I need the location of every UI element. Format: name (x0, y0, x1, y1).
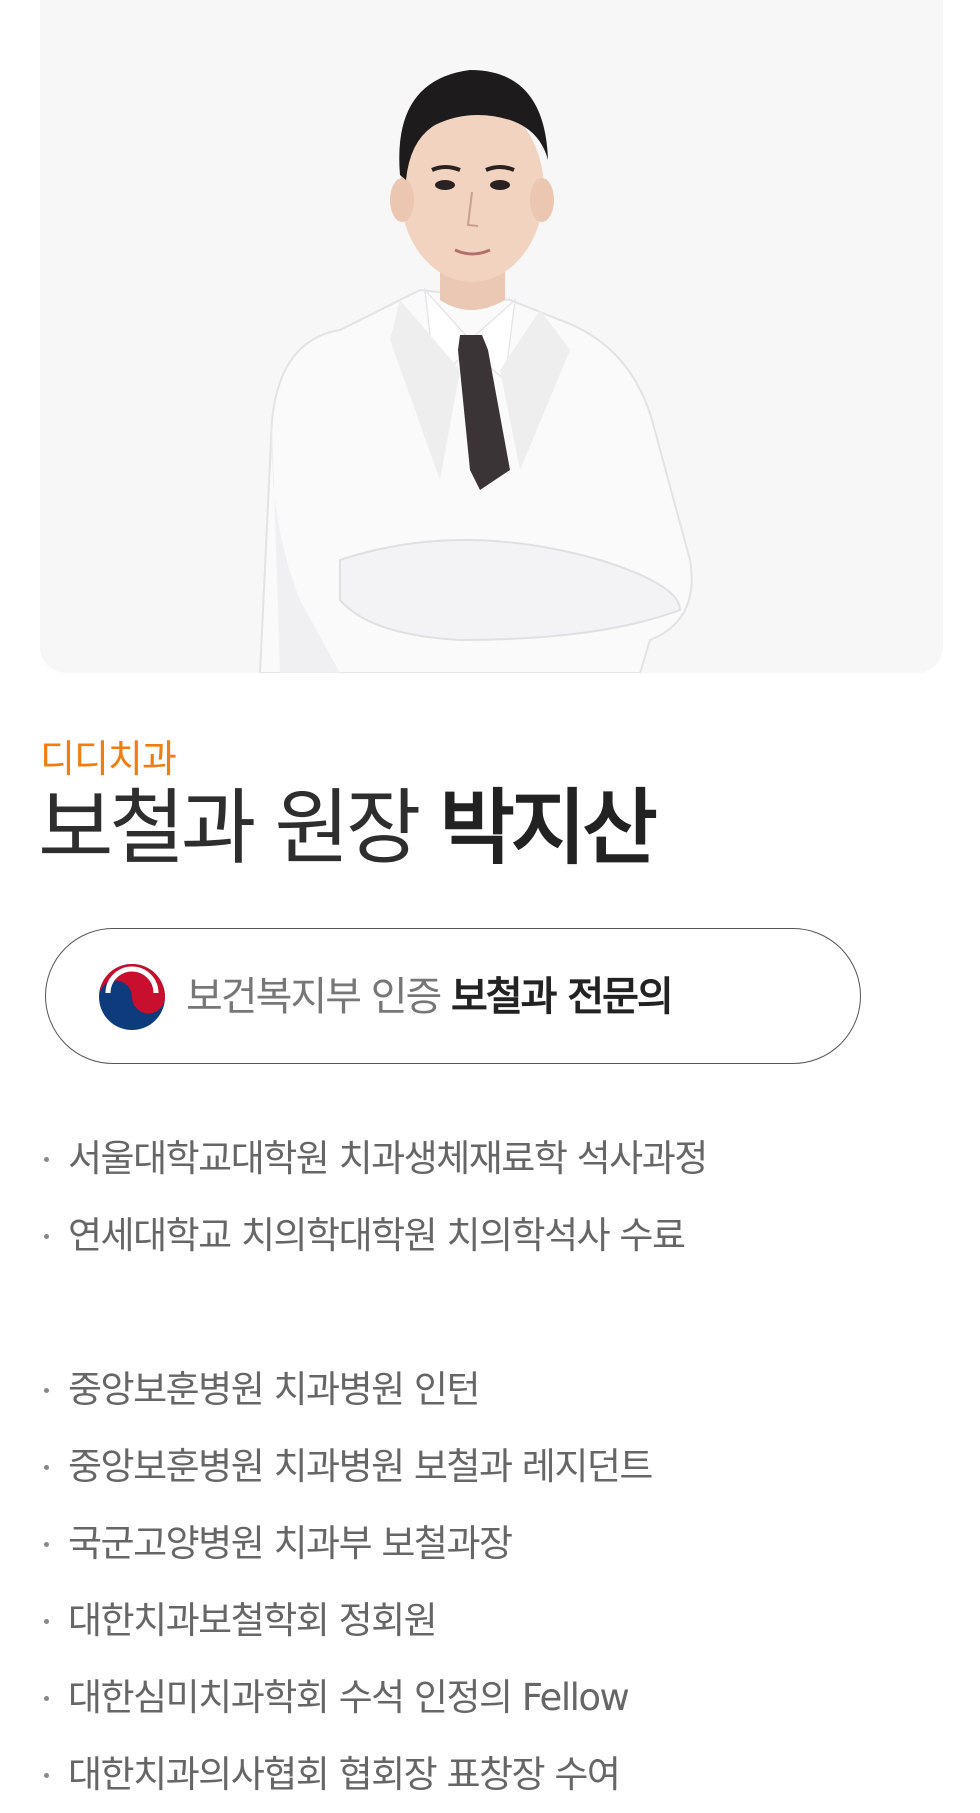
career-item: 대한치과의사협회 협회장 표창장 수여 (68, 1753, 621, 1796)
bullet-icon (44, 1157, 49, 1162)
career-item: 국군고양병원 치과부 보철과장 (68, 1522, 513, 1565)
clinic-name: 디디치과 (40, 737, 177, 781)
certification-authority: 보건복지부 인증 (186, 974, 452, 1020)
bullet-icon (44, 1388, 49, 1393)
bullet-icon (44, 1619, 49, 1624)
bullet-icon (44, 1542, 49, 1547)
list-item: 서울대학교대학원 치과생체재료학 석사과정 (40, 1120, 940, 1197)
education-item: 서울대학교대학원 치과생체재료학 석사과정 (68, 1137, 708, 1180)
korea-government-emblem-icon (99, 964, 165, 1030)
list-item: 중앙보훈병원 치과병원 보철과 레지던트 (40, 1428, 940, 1505)
page-title: 보철과 원장 박지산 (38, 781, 658, 876)
bullet-icon (44, 1773, 49, 1778)
certification-badge: 보건복지부 인증 보철과 전문의 (45, 928, 861, 1064)
list-item: 대한치과보철학회 정회원 (40, 1582, 940, 1659)
career-item: 중앙보훈병원 치과병원 인턴 (68, 1368, 481, 1411)
list-item: 대한치과의사협회 협회장 표창장 수여 (40, 1736, 940, 1813)
career-item: 대한심미치과학회 수석 인정의 Fellow (68, 1676, 630, 1719)
list-item: 국군고양병원 치과부 보철과장 (40, 1505, 940, 1582)
list-item: 대한심미치과학회 수석 인정의 Fellow (40, 1659, 940, 1736)
bullet-icon (44, 1234, 49, 1239)
bullet-icon (44, 1465, 49, 1470)
doctor-name: 박지산 (439, 781, 657, 876)
list-item: 중앙보훈병원 치과병원 인턴 (40, 1351, 940, 1428)
career-item: 대한치과보철학회 정회원 (68, 1599, 438, 1642)
list-spacer (40, 1274, 940, 1351)
education-item: 연세대학교 치의학대학원 치의학석사 수료 (68, 1214, 686, 1257)
doctor-portrait (258, 70, 693, 673)
doctor-photo-card (40, 0, 943, 673)
title-role: 보철과 원장 (38, 781, 440, 876)
certification-text: 보건복지부 인증 보철과 전문의 (186, 969, 674, 1025)
certification-specialty: 보철과 전문의 (451, 974, 674, 1020)
list-item: 연세대학교 치의학대학원 치의학석사 수료 (40, 1197, 940, 1274)
career-item: 중앙보훈병원 치과병원 보철과 레지던트 (68, 1445, 653, 1488)
bullet-icon (44, 1696, 49, 1701)
career-list: 서울대학교대학원 치과생체재료학 석사과정 연세대학교 치의학대학원 치의학석사… (40, 1120, 940, 1813)
